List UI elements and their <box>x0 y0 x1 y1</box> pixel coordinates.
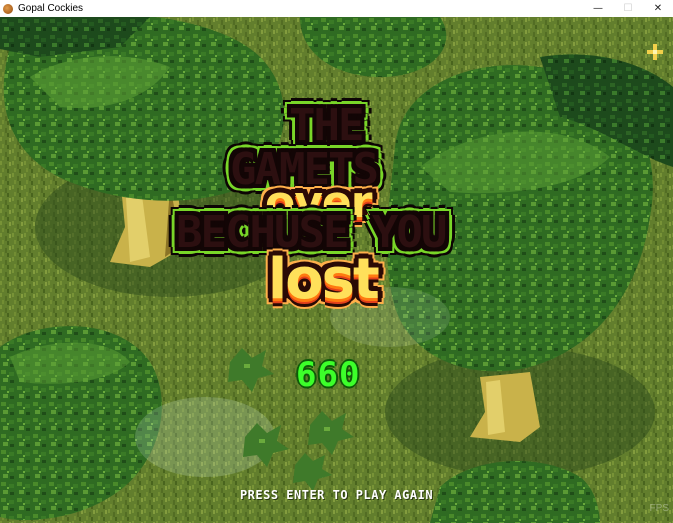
title-bar[interactable]: Gopal Cockies — ☐ ✕ <box>0 0 673 17</box>
window-controls: — ☐ ✕ <box>583 0 673 17</box>
game-over-word-lost: lost <box>268 247 380 312</box>
final-score: 660 <box>296 355 361 395</box>
window-title: Gopal Cockies <box>18 3 84 14</box>
game-viewport[interactable]: THE GAMETS over BECHUSE YOU lost 660 PRE… <box>0 17 673 523</box>
maximize-button[interactable]: ☐ <box>613 0 643 17</box>
minimize-button[interactable]: — <box>583 0 613 17</box>
cookie-icon <box>3 3 13 14</box>
play-again-prompt: PRESS ENTER TO PLAY AGAIN <box>239 488 434 502</box>
fps-watermark: FPS <box>649 503 669 514</box>
close-button[interactable]: ✕ <box>643 0 673 17</box>
game-window: Gopal Cockies — ☐ ✕ THE GAMETS over BECH… <box>0 0 673 523</box>
